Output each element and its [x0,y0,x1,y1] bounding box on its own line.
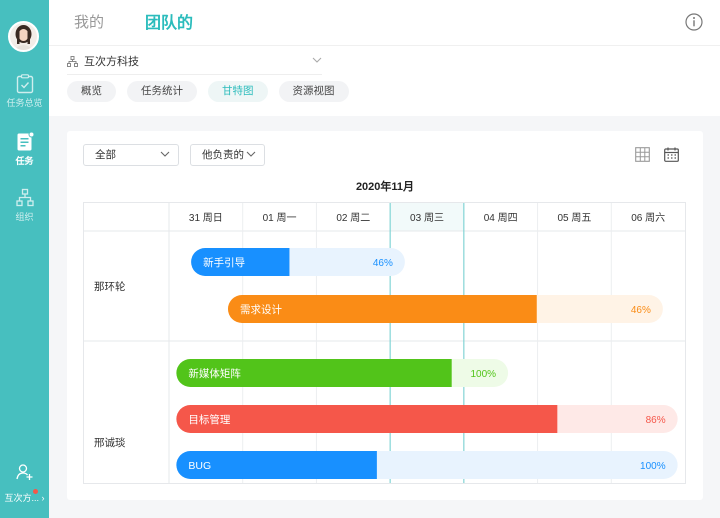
company-selector[interactable]: 互次方科技 [67,53,322,75]
day-header: 03 周三 [410,212,444,224]
header: 我的 团队的 [49,0,720,46]
clipboard-check-icon [16,74,33,94]
view-tabs: 概览 任务统计 甘特图 资源视图 [67,81,360,102]
org-chart-icon [15,188,34,207]
task-percent: 100% [471,369,497,380]
sidebar-item-label: 任务 [15,156,34,166]
task-name: 新手引导 [203,256,245,269]
sidebar-bottom: 互次方... › [0,463,49,504]
org-switch-label: 互次方... [4,493,39,503]
task-percent: 100% [640,461,666,472]
tab-team[interactable]: 团队的 [145,9,193,33]
tab-overview[interactable]: 概览 [67,81,116,102]
tab-mine[interactable]: 我的 [74,11,104,32]
task-bar-progress[interactable] [176,405,558,433]
sidebar-item-tasks[interactable]: 任务 [0,132,49,167]
info-icon[interactable] [685,13,703,31]
subheader: 互次方科技 概览 任务统计 甘特图 资源视图 [49,46,720,116]
role-select[interactable]: 他负责的 [190,144,265,166]
assignee-name: 那环轮 [94,280,126,293]
month-title: 2020年11月 [355,181,415,193]
tab-gantt[interactable]: 甘特图 [208,81,268,102]
add-user-icon[interactable] [15,463,34,481]
avatar[interactable] [8,21,39,52]
notification-dot [33,489,38,494]
scope-select[interactable]: 全部 [83,144,179,166]
assignee-name: 邢诚琰 [94,437,126,449]
calendar-icon[interactable] [664,147,679,162]
day-header: 02 周二 [336,212,370,224]
day-header: 06 周六 [631,212,665,224]
task-name: 目标管理 [188,413,230,426]
role-select-value: 他负责的 [202,149,244,161]
task-name: 新媒体矩阵 [188,367,241,380]
scope-select-value: 全部 [95,149,116,161]
sidebar-item-label: 组织 [15,212,34,222]
chevron-down-icon [160,151,170,157]
table-view-icon[interactable] [635,147,650,162]
org-switch[interactable]: 互次方... › [0,489,49,504]
sidebar-item-org[interactable]: 组织 [0,188,49,223]
gantt-chart: 31 周日 01 周一 02 周二 03 周三 04 周四 05 周五 06 周六那环轮 新手… [83,202,686,484]
sidebar-item-overview[interactable]: 任务总览 [0,74,49,109]
task-list-icon [17,132,34,151]
chevron-right-icon: › [41,493,45,503]
chevron-down-icon [312,57,322,63]
tab-resource-view[interactable]: 资源视图 [278,81,349,102]
sidebar-item-label: 任务总览 [6,98,43,108]
day-header: 04 周四 [484,212,518,224]
task-percent: 46% [373,258,393,269]
day-header: 01 周一 [263,212,297,224]
sidebar: 任务总览 任务 组织 互次方... › [0,0,49,518]
day-header: 31 周日 [189,212,223,224]
tab-task-stats[interactable]: 任务统计 [127,81,197,102]
gantt-grid: 31 周日 01 周一 02 周二 03 周三 04 周四 05 周五 06 周六那环轮 新手… [84,203,685,483]
org-chart-icon [67,55,78,67]
day-header: 05 周五 [557,212,591,224]
task-name: BUG [188,460,211,472]
task-percent: 46% [631,305,651,316]
task-percent: 86% [646,415,666,426]
company-name: 互次方科技 [84,56,139,68]
chevron-down-icon [246,151,256,157]
gantt-card: 全部 他负责的 2020年11月 31 周日 01 周一 02 周二 03 周三 04 … [67,131,703,500]
task-name: 需求设计 [240,303,282,316]
